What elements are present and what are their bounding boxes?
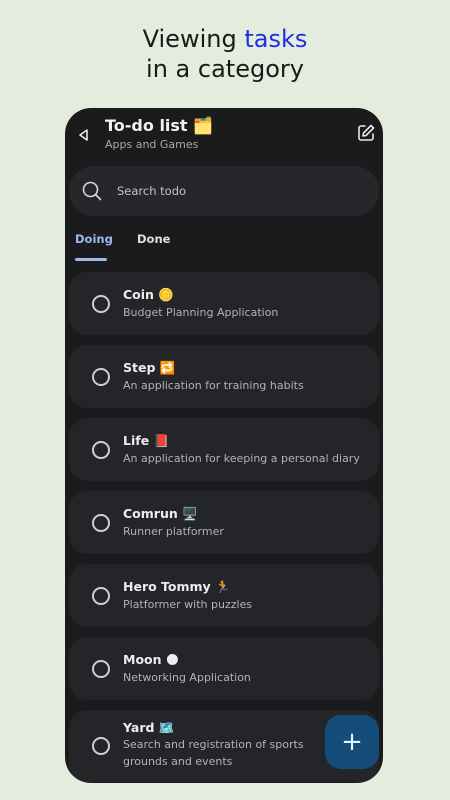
task-title: Moon 🌑 — [123, 652, 179, 667]
task-subtitle: Runner platformer — [123, 525, 224, 538]
status-tabs: Doing Done — [65, 226, 383, 261]
phone-screen: To-do list 🗂️ Apps and Games Doing Done … — [65, 108, 383, 783]
add-task-button[interactable]: + — [325, 715, 379, 769]
page-title: To-do list 🗂️ — [105, 116, 214, 135]
plus-icon: + — [341, 727, 363, 757]
edit-note-icon — [358, 124, 375, 141]
search-input[interactable] — [117, 180, 357, 202]
task-subtitle: Networking Application — [123, 671, 251, 684]
task-subtitle: Platformer with puzzles — [123, 598, 253, 611]
headline-line-1: Viewing tasks — [0, 24, 450, 54]
task-title: Comrun 🖥️ — [123, 506, 198, 521]
task-title: Yard 🗺️ — [123, 720, 175, 735]
task-title: Step 🔁 — [123, 360, 176, 375]
edit-button[interactable] — [355, 122, 377, 144]
search-icon — [82, 181, 102, 201]
headline-text: Viewing — [142, 25, 245, 53]
active-tab-indicator — [75, 258, 107, 261]
headline-line-2: in a category — [146, 55, 304, 83]
top-app-bar: To-do list 🗂️ Apps and Games — [65, 108, 383, 164]
task-checkbox[interactable] — [92, 367, 110, 386]
task-title: Hero Tommy 🏃 — [123, 579, 231, 594]
task-checkbox[interactable] — [92, 659, 110, 678]
task-checkbox[interactable] — [92, 513, 110, 532]
task-checkbox[interactable] — [92, 737, 110, 755]
task-item-coin[interactable]: Coin 🪙 Budget Planning Application — [69, 272, 379, 335]
task-subtitle: Search and registration of sports ground… — [123, 738, 304, 768]
task-item-moon[interactable]: Moon 🌑 Networking Application — [69, 637, 379, 700]
category-subtitle: Apps and Games — [105, 138, 199, 151]
promo-headline: Viewing tasks in a category — [0, 24, 450, 84]
task-title: Life 📕 — [123, 433, 170, 448]
task-checkbox[interactable] — [92, 586, 110, 605]
task-checkbox[interactable] — [92, 440, 110, 459]
task-subtitle: An application for training habits — [123, 379, 304, 392]
back-button[interactable] — [73, 124, 95, 146]
task-subtitle: An application for keeping a personal di… — [123, 452, 360, 465]
headline-accent: tasks — [244, 25, 308, 53]
tab-done[interactable]: Done — [137, 231, 170, 247]
task-checkbox[interactable] — [92, 294, 110, 313]
task-item-hero-tommy[interactable]: Hero Tommy 🏃 Platformer with puzzles — [69, 564, 379, 627]
task-item-comrun[interactable]: Comrun 🖥️ Runner platformer — [69, 491, 379, 554]
task-item-step[interactable]: Step 🔁 An application for training habit… — [69, 345, 379, 408]
tab-doing[interactable]: Doing — [75, 231, 113, 247]
back-arrow-icon — [79, 129, 88, 141]
task-subtitle: Budget Planning Application — [123, 306, 279, 319]
search-bar[interactable] — [69, 166, 379, 216]
task-title: Coin 🪙 — [123, 287, 174, 302]
task-item-life[interactable]: Life 📕 An application for keeping a pers… — [69, 418, 379, 481]
